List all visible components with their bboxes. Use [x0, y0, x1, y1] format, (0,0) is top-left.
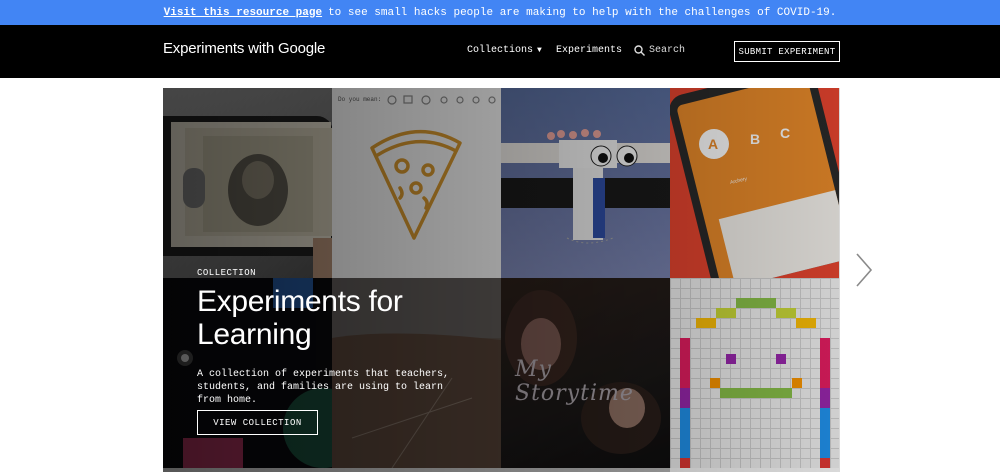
banner-message: to see small hacks people are making to …: [328, 6, 837, 19]
chevron-right-icon[interactable]: [853, 250, 875, 290]
collection-title: Experiments for Learning: [197, 285, 403, 351]
pizza-drawing-image: Do you mean:: [332, 88, 501, 278]
pixel-smiley-image: [670, 278, 839, 468]
submit-experiment-button[interactable]: SUBMIT EXPERIMENT: [734, 41, 840, 62]
search-icon: [634, 45, 645, 56]
letter-a: A: [708, 136, 719, 152]
nav-experiments[interactable]: Experiments: [556, 45, 622, 56]
alphabet-phone-image: A B C Archery: [670, 88, 839, 278]
phone-illustration: [163, 116, 332, 278]
site-header: Experiments with Google Collections ▼ Exp…: [0, 25, 1000, 78]
hero-text-block: COLLECTION Experiments for Learning A co…: [197, 268, 497, 407]
letter-c: C: [780, 125, 791, 141]
resource-page-link[interactable]: Visit this resource page: [164, 7, 322, 19]
draw-prompt-text: Do you mean:: [338, 96, 382, 103]
storytime-logo: My Storytime: [515, 357, 634, 406]
view-collection-button[interactable]: VIEW COLLECTION: [197, 410, 318, 435]
site-logo[interactable]: Experiments with Google: [163, 40, 325, 57]
googly-eye-robot-image: [501, 88, 670, 278]
storytime-image: My Storytime: [501, 278, 670, 468]
nav-collections-label: Collections: [467, 45, 534, 56]
banknote-phone-image: [163, 88, 332, 278]
collection-eyebrow: COLLECTION: [197, 268, 257, 278]
chevron-down-icon: ▼: [537, 46, 542, 55]
search-label: Search: [649, 45, 686, 56]
announcement-banner: Visit this resource page to see small ha…: [0, 0, 1000, 25]
pizza-slice-icon: [370, 95, 496, 240]
nav-collections[interactable]: Collections ▼: [467, 45, 542, 56]
letter-b: B: [750, 131, 761, 147]
nav-search[interactable]: Search: [634, 45, 685, 56]
hero-collection-card[interactable]: Do you mean: A B C Archery My Storytime …: [163, 88, 840, 472]
collection-description: A collection of experiments that teacher…: [197, 369, 450, 406]
